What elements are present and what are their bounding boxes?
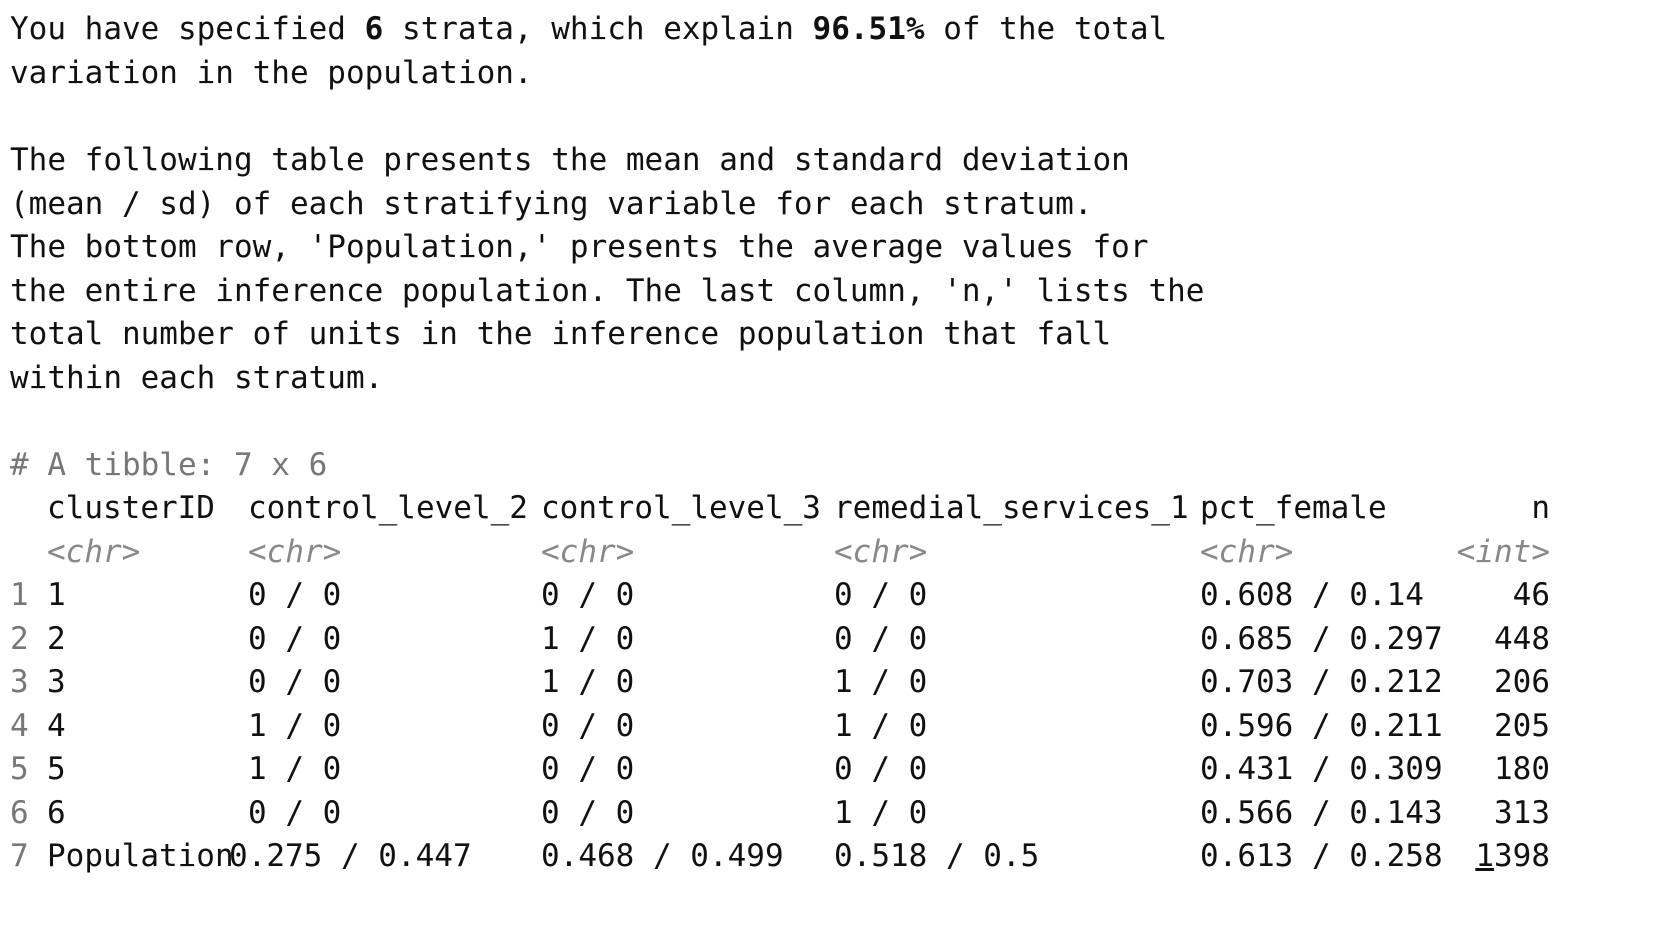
column-header-pct-female: pct_female: [1200, 490, 1387, 526]
cell-cluster-id: 2: [47, 621, 66, 657]
cell-remedial-services-1: 1 / 0: [834, 708, 928, 744]
row-number: 7: [10, 838, 29, 874]
cell-control-level-2: 1 / 0: [248, 708, 342, 744]
cell-cluster-id: 5: [47, 751, 66, 787]
column-type: <chr>: [541, 534, 635, 570]
cell-remedial-services-1: 0 / 0: [834, 621, 928, 657]
row-number: 5: [10, 751, 29, 787]
column-type: <chr>: [1200, 534, 1294, 570]
message-line-8: within each stratum.: [10, 360, 384, 396]
cell-remedial-services-1: 1 / 0: [834, 664, 928, 700]
message-line-1: You have specified 6 strata, which expla…: [10, 6, 1167, 52]
cell-control-level-2: 0 / 0: [248, 664, 342, 700]
cell-remedial-services-1: 0 / 0: [834, 751, 928, 787]
row-number: 6: [10, 795, 29, 831]
cell-pct-female: 0.703 / 0.212: [1200, 664, 1443, 700]
cell-control-level-3: 0 / 0: [541, 795, 635, 831]
message-line-4: (mean / sd) of each stratifying variable…: [10, 186, 1093, 222]
cell-n: 1398: [1450, 833, 1550, 879]
tibble-dimension-comment: # A tibble: 7 x 6: [10, 447, 328, 483]
cell-control-level-2: 0 / 0: [248, 795, 342, 831]
cell-pct-female: 0.608 / 0.14: [1200, 577, 1424, 613]
column-type: <chr>: [248, 534, 342, 570]
cell-pct-female: 0.596 / 0.211: [1200, 708, 1443, 744]
row-number: 2: [10, 621, 29, 657]
cell-cluster-id: 6: [47, 795, 66, 831]
column-header-control-level-2: control_level_2: [248, 490, 528, 526]
cell-control-level-2: 0 / 0: [248, 577, 342, 613]
cell-control-level-3: 0 / 0: [541, 577, 635, 613]
cell-control-level-3: 1 / 0: [541, 664, 635, 700]
column-header-remedial-services-1: remedial_services_1: [834, 490, 1189, 526]
message-line-6: the entire inference population. The las…: [10, 273, 1205, 309]
column-header-clusterid: clusterID: [47, 490, 215, 526]
cell-control-level-3: 0 / 0: [541, 751, 635, 787]
row-number: 4: [10, 708, 29, 744]
cell-n: 46: [1512, 577, 1550, 613]
cell-control-level-3: 0 / 0: [541, 708, 635, 744]
cell-n: 180: [1494, 751, 1550, 787]
cell-cluster-id: 3: [47, 664, 66, 700]
cell-control-level-2: 0 / 0: [248, 621, 342, 657]
cell-remedial-services-1: 1 / 0: [834, 795, 928, 831]
cell-cluster-id: 4: [47, 708, 66, 744]
cell-remedial-services-1: 0.518 / 0.5: [834, 838, 1040, 874]
cell-n: 206: [1494, 664, 1550, 700]
message-text: strata, which explain: [383, 11, 813, 47]
cell-n: 313: [1494, 795, 1550, 831]
message-line-3: The following table presents the mean an…: [10, 142, 1130, 178]
cell-n: 448: [1494, 621, 1550, 657]
cell-n: 205: [1494, 708, 1550, 744]
message-text: You have specified: [10, 11, 365, 47]
column-header-n: n: [1531, 490, 1550, 526]
thousands-digit: 1: [1475, 838, 1494, 874]
cell-cluster-id: Population: [47, 838, 234, 874]
message-line-7: total number of units in the inference p…: [10, 316, 1112, 352]
column-type: <int>: [1456, 534, 1550, 570]
message-text: of the total: [924, 11, 1168, 47]
message-line-5: The bottom row, 'Population,' presents t…: [10, 229, 1149, 265]
cell-control-level-2: 1 / 0: [248, 751, 342, 787]
column-header-control-level-3: control_level_3: [541, 490, 821, 526]
cell-control-level-3: 0.468 / 0.499: [541, 838, 784, 874]
cell-pct-female: 0.431 / 0.309: [1200, 751, 1443, 787]
cell-cluster-id: 1: [47, 577, 66, 613]
cell-pct-female: 0.566 / 0.143: [1200, 795, 1443, 831]
cell-remedial-services-1: 0 / 0: [834, 577, 928, 613]
row-number: 1: [10, 577, 29, 613]
cell-control-level-3: 1 / 0: [541, 621, 635, 657]
remaining-digits: 398: [1494, 838, 1550, 874]
variation-percent: 96.51%: [812, 11, 925, 47]
cell-control-level-2: 0.275 / 0.447: [229, 838, 472, 874]
row-number: 3: [10, 664, 29, 700]
cell-pct-female: 0.685 / 0.297: [1200, 621, 1443, 657]
message-line-2: variation in the population.: [10, 55, 533, 91]
column-type: <chr>: [47, 534, 141, 570]
strata-count: 6: [364, 11, 384, 47]
column-type: <chr>: [834, 534, 928, 570]
cell-pct-female: 0.613 / 0.258: [1200, 838, 1443, 874]
